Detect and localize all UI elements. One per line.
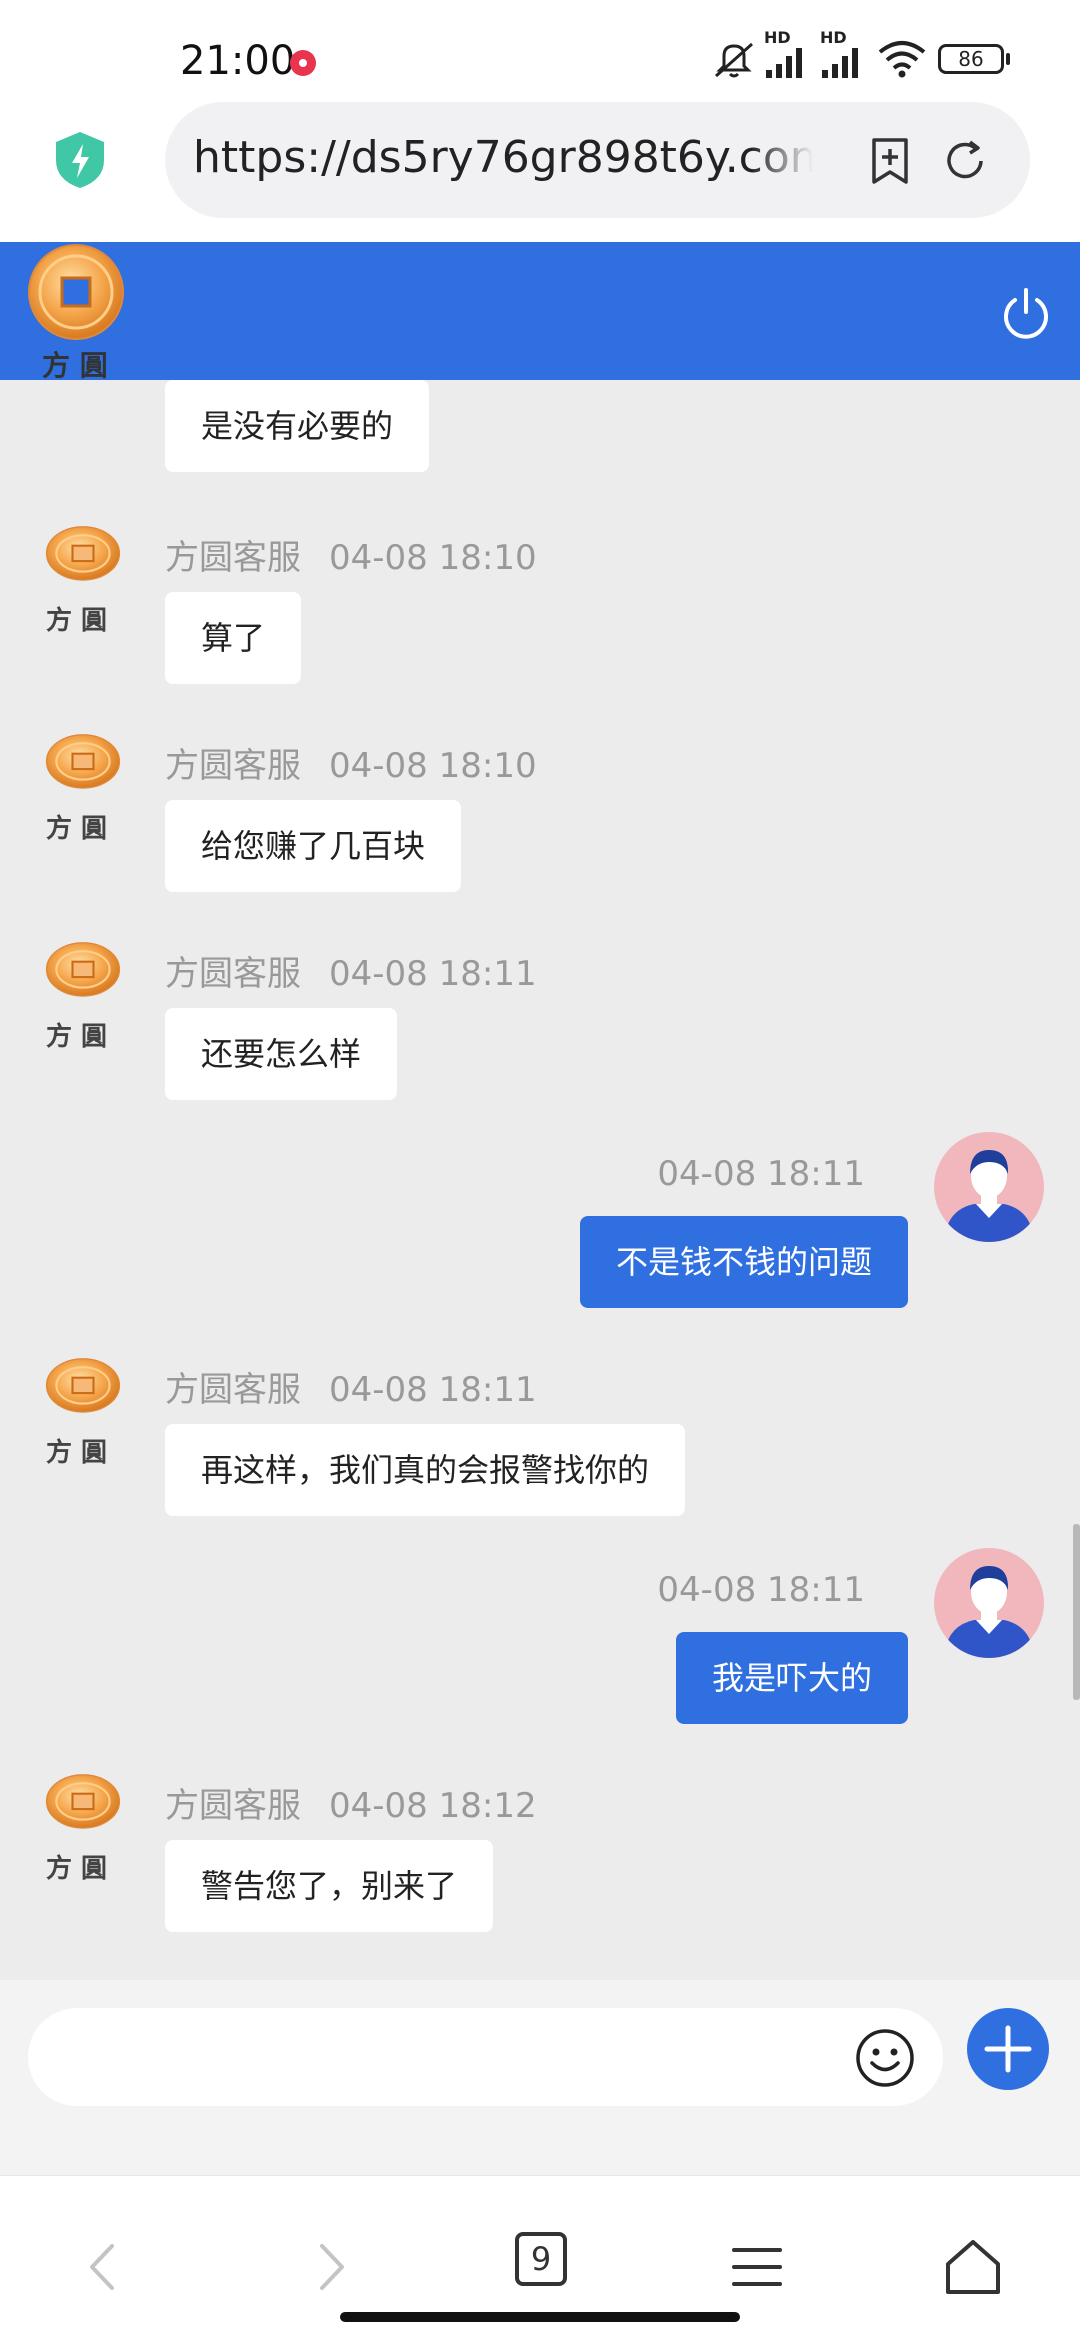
chat-scrollbar[interactable]	[1073, 1524, 1080, 1700]
user-avatar	[934, 1132, 1044, 1242]
signal-icon	[766, 48, 802, 78]
coin-text: 方 圓	[46, 1022, 108, 1052]
url-field[interactable]: https://ds5ry76gr898t6y.com	[165, 102, 1030, 218]
signal-icon-2	[822, 48, 858, 78]
coin-text: 方 圓	[46, 1854, 108, 1884]
message-time: 04-08 18:11	[657, 1154, 865, 1194]
message-bubble: 我是吓大的	[675, 1632, 908, 1724]
tab-count: 9	[530, 2240, 552, 2278]
message-time: 04-08 18:10	[329, 746, 537, 786]
hd-label-1: HD	[764, 28, 791, 47]
emoji-icon[interactable]	[855, 2028, 915, 2088]
wifi-icon	[878, 41, 926, 78]
battery-icon: 86	[938, 44, 1004, 74]
message-meta: 方圆客服 04-08 18:10	[165, 530, 537, 579]
user-avatar	[934, 1548, 1044, 1658]
message-meta: 方圆客服 04-08 18:11	[165, 1362, 537, 1411]
agent-avatar: 方 圓	[28, 732, 138, 852]
forward-icon[interactable]	[294, 2232, 364, 2302]
message-time: 04-08 18:11	[657, 1570, 865, 1610]
sender-name: 方圆客服	[165, 538, 301, 578]
message-bubble: 算了	[165, 592, 302, 684]
status-icons: HD HD 86	[712, 28, 1032, 86]
coin-text: 方 圓	[46, 606, 108, 636]
message-time: 04-08 18:12	[329, 1786, 537, 1826]
battery-tip	[1006, 53, 1010, 65]
sender-name: 方圆客服	[165, 1786, 301, 1826]
reload-icon[interactable]	[940, 136, 990, 186]
chat-area[interactable]: 方 圓 是没有必要的 方 圓 方圆客服 04-08 18:10 算了 方 圓 方圆…	[0, 380, 1080, 1980]
message-input-bar	[0, 1980, 1080, 2175]
message-time: 04-08 18:10	[329, 538, 537, 578]
status-time: 21:00	[180, 38, 296, 84]
tabs-button[interactable]: 9	[515, 2232, 567, 2286]
home-indicator[interactable]	[340, 2312, 740, 2322]
back-icon[interactable]	[70, 2232, 140, 2302]
recording-icon	[290, 50, 316, 76]
message-meta: 方圆客服 04-08 18:11	[165, 946, 537, 995]
coin-text: 方 圓	[46, 1438, 108, 1468]
agent-avatar: 方 圓	[28, 940, 138, 1060]
message-bubble: 不是钱不钱的问题	[579, 1216, 908, 1308]
sender-name: 方圆客服	[165, 1370, 301, 1410]
menu-icon[interactable]	[722, 2232, 792, 2302]
message-bubble: 再这样，我们真的会报警找你的	[165, 1424, 686, 1516]
power-icon[interactable]	[998, 286, 1054, 342]
message-meta: 方圆客服 04-08 18:12	[165, 1778, 537, 1827]
message-bubble: 还要怎么样	[165, 1008, 398, 1100]
shield-icon[interactable]	[52, 130, 108, 190]
home-icon[interactable]	[938, 2232, 1008, 2302]
sender-name: 方圆客服	[165, 746, 301, 786]
mute-icon	[715, 42, 753, 78]
status-bar: 21:00 HD HD 86	[0, 0, 1080, 100]
message-meta: 04-08 18:11	[657, 1154, 865, 1194]
battery-level: 86	[958, 47, 984, 71]
hd-label-2: HD	[820, 28, 847, 47]
add-attachment-button[interactable]	[967, 2008, 1049, 2090]
message-time: 04-08 18:11	[329, 1370, 537, 1410]
bookmark-add-icon[interactable]	[865, 136, 915, 186]
coin-text: 方 圓	[46, 814, 108, 844]
plus-icon	[984, 2025, 1032, 2073]
logo-text: 方 圓	[42, 349, 108, 382]
message-meta: 方圆客服 04-08 18:10	[165, 738, 537, 787]
agent-avatar: 方 圓	[28, 1772, 138, 1892]
agent-avatar: 方 圓	[28, 1356, 138, 1476]
message-time: 04-08 18:11	[329, 954, 537, 994]
app-logo: 方 圓	[26, 242, 126, 382]
agent-avatar: 方 圓	[28, 524, 138, 644]
message-bubble: 给您赚了几百块	[165, 800, 462, 892]
url-text[interactable]: https://ds5ry76gr898t6y.com	[193, 132, 813, 183]
sender-name: 方圆客服	[165, 954, 301, 994]
message-bubble: 警告您了，别来了	[165, 1840, 494, 1932]
message-meta: 04-08 18:11	[657, 1570, 865, 1610]
browser-address-bar: https://ds5ry76gr898t6y.com	[0, 100, 1080, 242]
message-input[interactable]	[28, 2008, 943, 2106]
message-bubble: 是没有必要的	[165, 380, 430, 472]
app-header: 方 圓	[0, 242, 1080, 382]
